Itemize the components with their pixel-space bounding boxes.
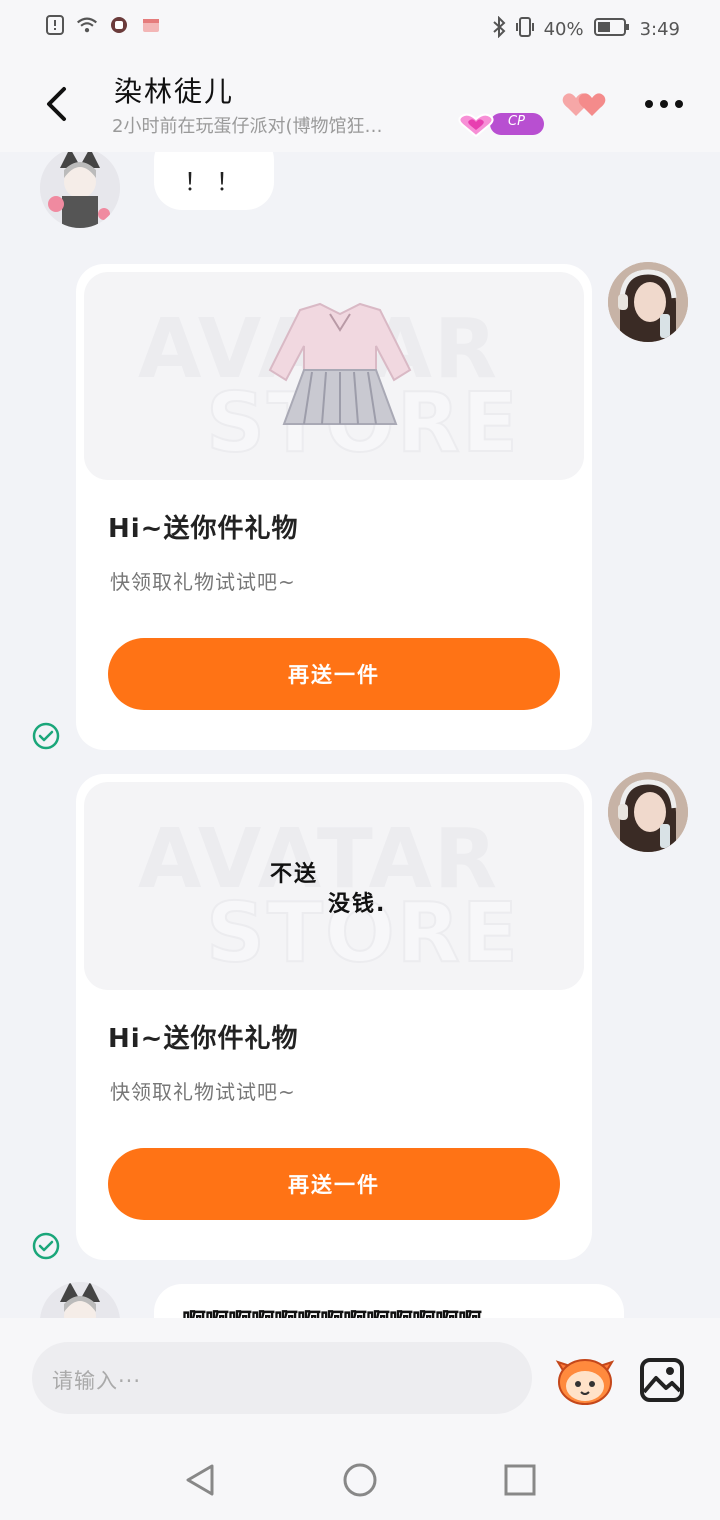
vibrate-icon: [515, 16, 534, 43]
contact-name: 染林徒儿: [114, 75, 235, 108]
nav-recents-button[interactable]: [500, 1460, 540, 1500]
dot-icon: [645, 100, 653, 108]
gift-card-subtitle: 快领取礼物试试吧~: [110, 1080, 296, 1104]
dot-icon: [660, 100, 668, 108]
contact-status: 2小时前在玩蛋仔派对(博物馆狂…: [112, 116, 383, 137]
wifi-icon: [76, 14, 98, 36]
eggy-emoji-icon: [555, 1359, 615, 1405]
emoji-button[interactable]: [554, 1354, 616, 1406]
gift-image-text: 不送: [270, 862, 319, 887]
composer: 请输入···: [0, 1318, 720, 1438]
dot-icon: [675, 100, 683, 108]
message-bubble[interactable]: 啊啊啊啊啊啊啊啊啊啊啊啊啊: [154, 1284, 624, 1318]
outfit-image: [268, 302, 412, 425]
gift-card-title: Hi~送你件礼物: [108, 1024, 299, 1054]
battery-icon: [593, 17, 630, 42]
contact-avatar[interactable]: [40, 1282, 120, 1318]
triangle-back-icon: [186, 1464, 214, 1496]
gift-image: AVATAR STORE 不送 没钱.: [84, 782, 584, 990]
message-input-placeholder: 请输入···: [52, 1369, 142, 1393]
image-picker-button[interactable]: [638, 1356, 686, 1404]
more-options-button[interactable]: [640, 92, 688, 116]
message-text: 啊啊啊啊啊啊啊啊啊啊啊啊啊: [182, 1302, 482, 1318]
cp-badge-icon: [458, 113, 544, 138]
bluetooth-icon: [492, 15, 506, 43]
nav-home-button[interactable]: [340, 1460, 380, 1500]
chat-header: 染林徒儿 2小时前在玩蛋仔派对(博物馆狂… CP: [0, 56, 720, 152]
clock-time: 3:49: [639, 19, 680, 40]
message-text: ！！: [184, 168, 248, 196]
contact-avatar[interactable]: [40, 152, 120, 228]
gift-card-subtitle: 快领取礼物试试吧~: [110, 570, 296, 594]
message-list[interactable]: ！！ AVATAR STORE Hi~送你件礼物 快领取礼物试试吧~ 再送一件: [0, 152, 720, 1318]
status-bar: 40% 3:49: [0, 0, 720, 56]
app-notification-icon-2: [140, 14, 162, 36]
read-receipt-icon: [32, 722, 60, 750]
nav-back-button[interactable]: [180, 1460, 220, 1500]
back-button[interactable]: [36, 80, 76, 128]
sim-alert-icon: [44, 14, 66, 36]
circle-home-icon: [343, 1463, 377, 1497]
message-input[interactable]: 请输入···: [32, 1342, 532, 1414]
gift-card[interactable]: AVATAR STORE 不送 没钱. Hi~送你件礼物 快领取礼物试试吧~ 再…: [76, 774, 592, 1260]
gift-image-text: 没钱.: [328, 892, 387, 917]
intimacy-hearts-icon[interactable]: [560, 88, 608, 120]
gift-card[interactable]: AVATAR STORE Hi~送你件礼物 快领取礼物试试吧~ 再送一件: [76, 264, 592, 750]
my-avatar[interactable]: [608, 262, 688, 342]
chevron-left-icon: [47, 87, 66, 121]
send-another-button[interactable]: 再送一件: [108, 1148, 560, 1220]
cp-label: CP: [508, 114, 525, 129]
image-icon: [640, 1358, 684, 1402]
gift-card-title: Hi~送你件礼物: [108, 514, 299, 544]
battery-percent: 40%: [543, 19, 584, 40]
my-avatar[interactable]: [608, 772, 688, 852]
system-navigation-bar: [0, 1438, 720, 1520]
message-bubble[interactable]: ！！: [154, 152, 274, 210]
square-recents-icon: [504, 1464, 536, 1496]
cp-badge[interactable]: CP: [456, 110, 546, 138]
app-notification-icon: [108, 14, 130, 36]
read-receipt-icon: [32, 1232, 60, 1260]
gift-image: AVATAR STORE: [84, 272, 584, 480]
send-another-button[interactable]: 再送一件: [108, 638, 560, 710]
